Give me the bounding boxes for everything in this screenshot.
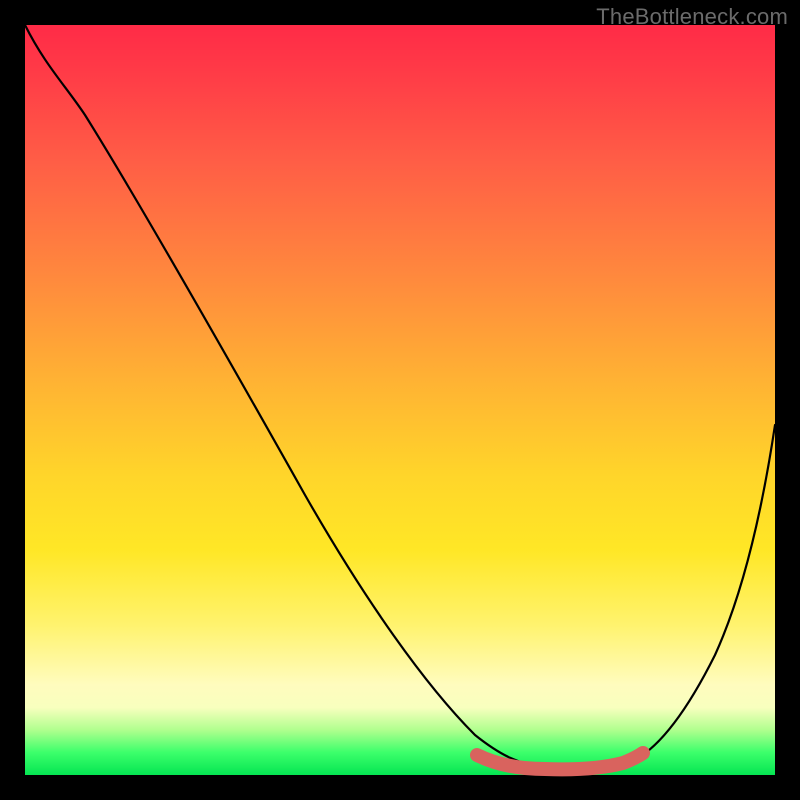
chart-plot-area [25, 25, 775, 775]
watermark-text: TheBottleneck.com [596, 4, 788, 30]
chart-svg [25, 25, 775, 775]
valley-highlight [477, 753, 643, 769]
chart-frame: TheBottleneck.com [0, 0, 800, 800]
bottleneck-curve [25, 25, 775, 768]
